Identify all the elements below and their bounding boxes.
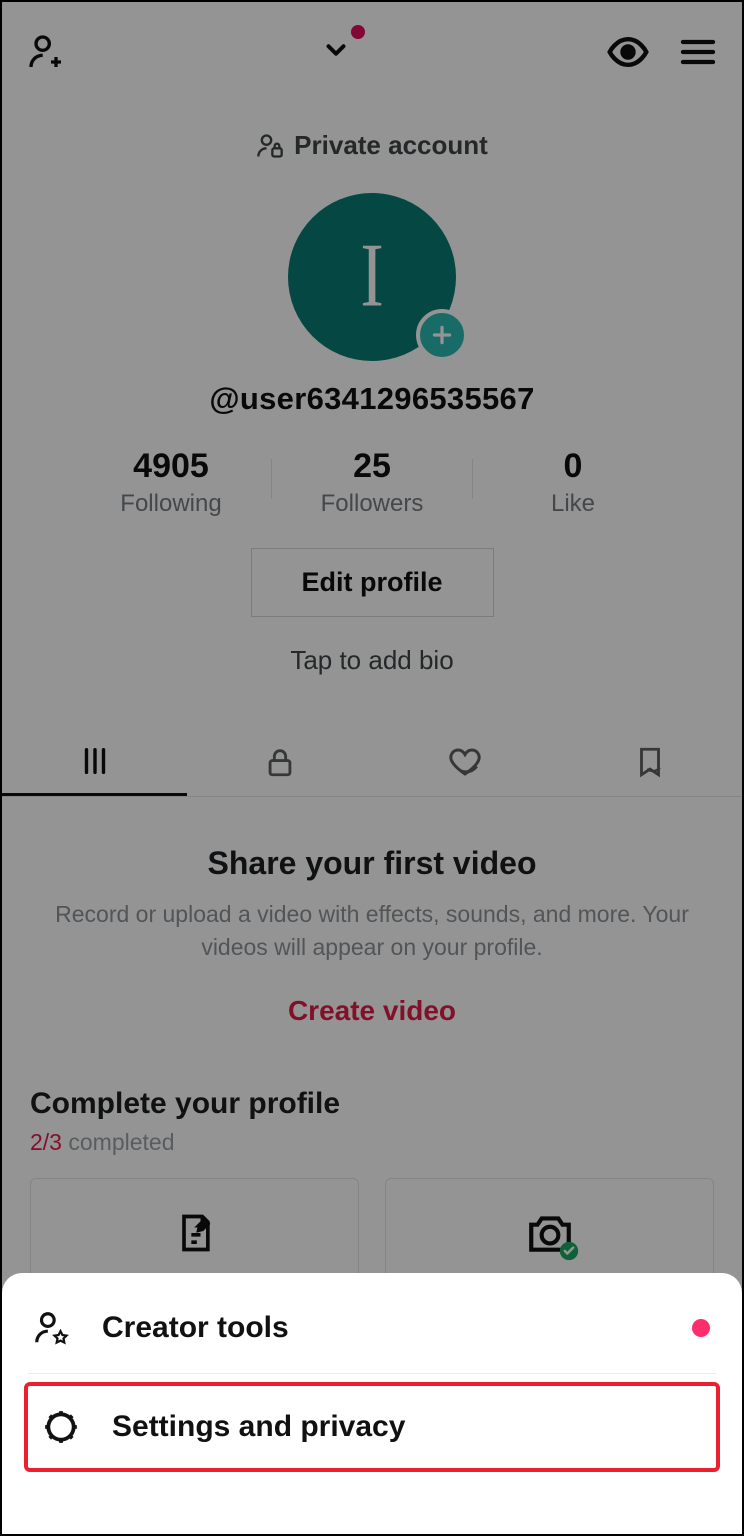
complete-title: Complete your profile bbox=[30, 1087, 714, 1121]
bio-hint[interactable]: Tap to add bio bbox=[2, 645, 742, 676]
stat-following-label: Following bbox=[71, 490, 271, 518]
tab-feed[interactable] bbox=[2, 728, 187, 796]
stat-following[interactable]: 4905 Following bbox=[71, 447, 271, 518]
gear-icon bbox=[42, 1408, 80, 1446]
empty-title: Share your first video bbox=[46, 845, 698, 882]
avatar-section: I bbox=[2, 193, 742, 361]
top-bar bbox=[2, 2, 742, 102]
profile-tabs bbox=[2, 728, 742, 797]
private-account-label: Private account bbox=[2, 102, 742, 185]
menu-creator-tools-label: Creator tools bbox=[102, 1311, 289, 1345]
stat-followers[interactable]: 25 Followers bbox=[272, 447, 472, 518]
menu-settings-privacy-label: Settings and privacy bbox=[112, 1410, 405, 1444]
edit-note-icon bbox=[173, 1211, 217, 1255]
create-video-link[interactable]: Create video bbox=[46, 995, 698, 1027]
check-badge-icon bbox=[559, 1241, 579, 1261]
empty-subtitle: Record or upload a video with effects, s… bbox=[46, 898, 698, 965]
hamburger-menu-icon[interactable] bbox=[678, 32, 718, 72]
bookmark-hidden-icon bbox=[633, 745, 667, 779]
stat-following-value: 4905 bbox=[71, 447, 271, 486]
stat-followers-label: Followers bbox=[272, 490, 472, 518]
notification-dot bbox=[351, 25, 365, 39]
person-star-icon bbox=[32, 1309, 70, 1347]
stats-row: 4905 Following 25 Followers 0 Like bbox=[2, 447, 742, 518]
private-account-text: Private account bbox=[294, 130, 488, 161]
complete-progress: 2/3 completed bbox=[30, 1129, 714, 1156]
person-lock-icon bbox=[256, 132, 284, 160]
highlighted-menu-item: Settings and privacy bbox=[24, 1382, 720, 1472]
stat-followers-value: 25 bbox=[272, 447, 472, 486]
add-avatar-button[interactable] bbox=[416, 309, 468, 361]
divider bbox=[28, 1373, 716, 1374]
eye-icon[interactable] bbox=[606, 30, 650, 74]
avatar-letter: I bbox=[360, 225, 383, 329]
add-friends-icon[interactable] bbox=[26, 32, 66, 72]
tab-liked[interactable] bbox=[372, 728, 557, 796]
edit-profile-button[interactable]: Edit profile bbox=[251, 548, 494, 617]
empty-state: Share your first video Record or upload … bbox=[2, 797, 742, 1063]
tab-private[interactable] bbox=[187, 728, 372, 796]
plus-icon bbox=[429, 322, 455, 348]
tab-saved[interactable] bbox=[557, 728, 742, 796]
feed-icon bbox=[78, 744, 112, 778]
username[interactable]: @user6341296535567 bbox=[2, 381, 742, 417]
stat-likes-value: 0 bbox=[473, 447, 673, 486]
lock-icon bbox=[263, 745, 297, 779]
complete-fraction: 2/3 bbox=[30, 1129, 62, 1155]
stat-likes-label: Like bbox=[473, 490, 673, 518]
stat-likes[interactable]: 0 Like bbox=[473, 447, 673, 518]
menu-creator-tools[interactable]: Creator tools bbox=[2, 1283, 742, 1373]
heart-hidden-icon bbox=[447, 744, 483, 780]
menu-creator-tools-dot bbox=[692, 1319, 710, 1337]
complete-suffix: completed bbox=[62, 1129, 175, 1155]
menu-settings-privacy[interactable]: Settings and privacy bbox=[28, 1386, 716, 1468]
menu-sheet: Creator tools Settings and privacy bbox=[2, 1273, 742, 1534]
account-switcher[interactable] bbox=[321, 35, 351, 70]
